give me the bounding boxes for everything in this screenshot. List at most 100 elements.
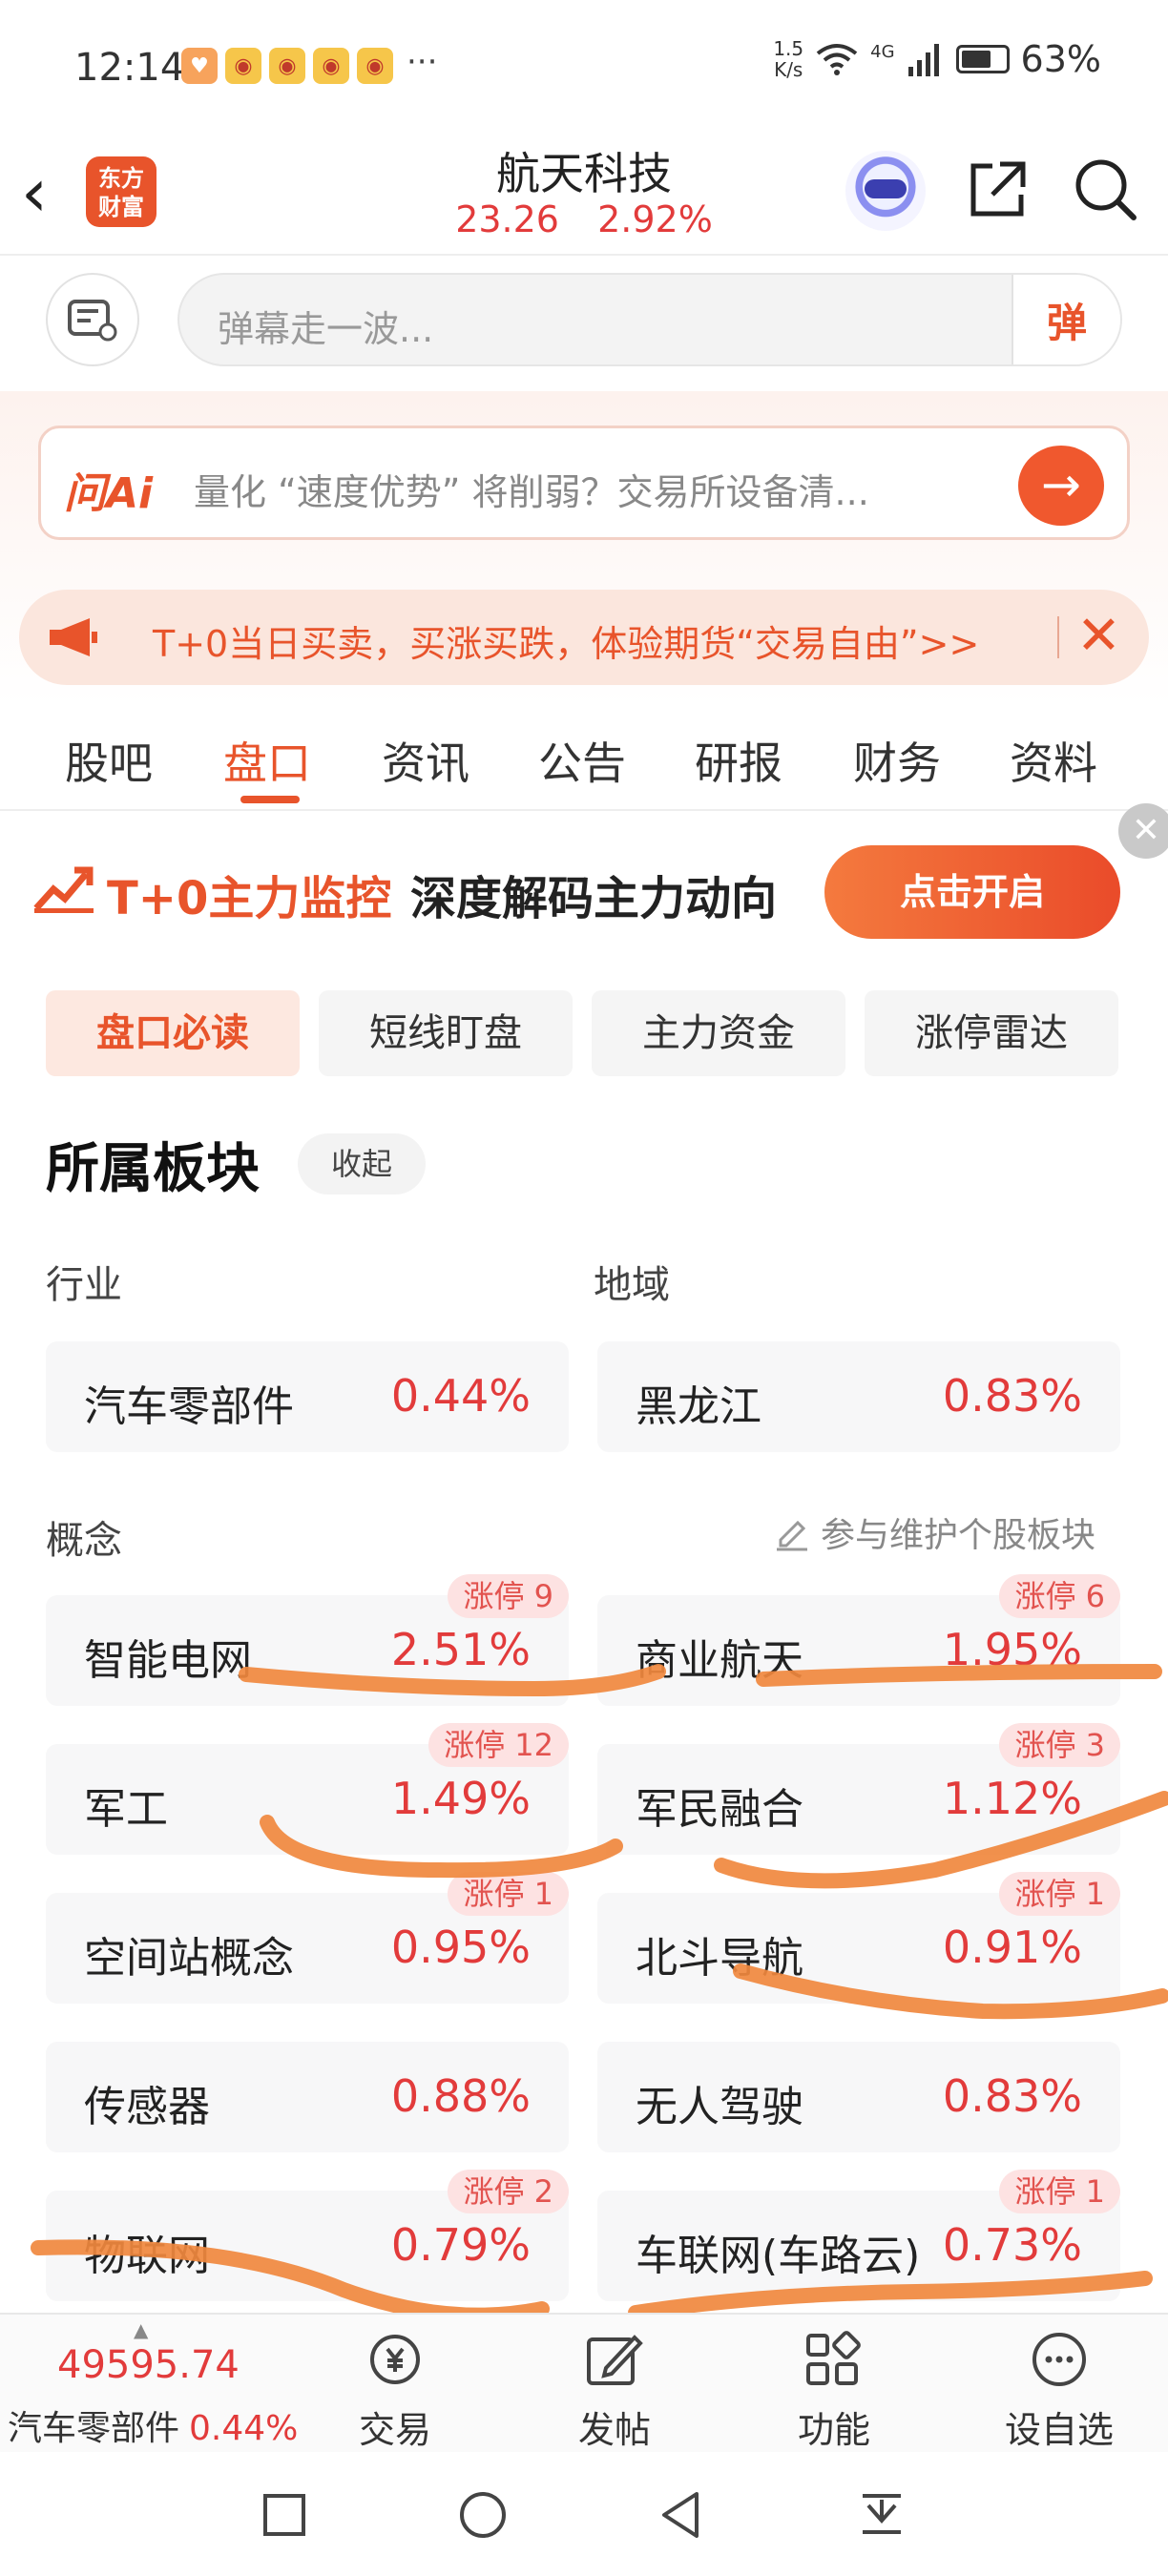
sector-pct: 0.79% xyxy=(390,2219,531,2271)
tab-pankou[interactable]: 盘口 xyxy=(223,729,311,792)
stock-header: ‹ 东方 财富 航天科技 23.26 2.92% xyxy=(0,134,1168,256)
danmaku-placeholder: 弹幕走一波... xyxy=(218,308,434,350)
close-icon[interactable]: ✕ xyxy=(1076,605,1121,667)
subtab-short-watch[interactable]: 短线盯盘 xyxy=(319,990,573,1076)
recent-apps-icon[interactable] xyxy=(256,2486,313,2544)
yuan-exchange-icon xyxy=(370,2335,420,2384)
status-bar: 12:14 ♥ ◉ ◉ ◉ ◉ ··· 1.5 K/s 4G 63% xyxy=(0,0,1168,134)
sector-pct: 0.88% xyxy=(390,2070,531,2122)
sector-name: 北斗导航 xyxy=(636,1934,803,1983)
industry-label: 行业 xyxy=(46,1263,122,1307)
index-value[interactable]: 49595.74 xyxy=(57,2343,240,2387)
industry-card[interactable]: 汽车零部件 0.44% xyxy=(46,1341,569,1452)
arrow-right-icon[interactable]: → xyxy=(1018,446,1104,526)
battery-level: 63% xyxy=(1020,38,1101,80)
collapse-button[interactable]: 收起 xyxy=(298,1133,426,1195)
megaphone-icon xyxy=(50,618,97,656)
sector-name: 传感器 xyxy=(84,2083,210,2131)
limit-up-badge: 涨停 1 xyxy=(999,1872,1120,1916)
active-tab-indicator xyxy=(240,796,300,803)
battery-icon xyxy=(955,45,1010,73)
tab-research[interactable]: 研报 xyxy=(695,729,782,792)
monitor-title: T+0主力监控 xyxy=(107,872,392,925)
limit-up-badge: 涨停 3 xyxy=(999,1723,1120,1767)
index-name[interactable]: 汽车零部件 0.44% xyxy=(8,2400,298,2450)
trade-button[interactable]: 交易 xyxy=(319,2326,471,2453)
monitor-subtitle: 深度解码主力动向 xyxy=(410,872,778,925)
danmaku-bar: 弹幕走一波... 弹 xyxy=(0,258,1168,382)
post-button[interactable]: 发帖 xyxy=(538,2326,691,2453)
network-type: 4G xyxy=(870,41,895,62)
subtab-main-capital[interactable]: 主力资金 xyxy=(592,990,845,1076)
concept-card[interactable]: 涨停 6 商业航天 1.95% xyxy=(597,1574,1120,1706)
concept-card[interactable]: 涨停 12 军工 1.49% xyxy=(46,1723,569,1855)
status-right: 1.5 K/s 4G 63% xyxy=(773,38,1101,80)
add-watchlist-button[interactable]: 设自选 xyxy=(983,2326,1136,2453)
status-time: 12:14 xyxy=(74,46,185,90)
limit-up-badge: 涨停 2 xyxy=(448,2170,569,2213)
monitor-open-button[interactable]: 点击开启 xyxy=(824,845,1120,939)
concept-card[interactable]: 涨停 2 物联网 0.79% xyxy=(46,2170,569,2301)
concept-card[interactable]: 传感器 0.88% xyxy=(46,2042,569,2152)
danmaku-settings-button[interactable] xyxy=(46,273,139,366)
back-nav-icon[interactable] xyxy=(653,2486,710,2544)
ai-promo-area: 问Ai 量化 “速度优势” 将削弱？交易所设备清... → T+0当日买卖，买涨… xyxy=(0,391,1168,706)
concept-card[interactable]: 涨停 1 空间站概念 0.95% xyxy=(46,1872,569,2004)
share-icon[interactable] xyxy=(966,156,1031,221)
sector-pct: 0.44% xyxy=(390,1370,531,1422)
search-icon[interactable] xyxy=(1071,155,1139,223)
concept-card[interactable]: 涨停 1 车联网(车路云) 0.73% xyxy=(597,2170,1120,2301)
tab-announcements[interactable]: 公告 xyxy=(538,729,626,792)
net-speed: 1.5 K/s xyxy=(773,37,804,81)
sector-pct: 1.95% xyxy=(942,1624,1082,1675)
danmaku-settings-icon xyxy=(68,300,117,342)
ai-question-box[interactable]: 问Ai 量化 “速度优势” 将削弱？交易所设备清... → xyxy=(38,426,1130,540)
trend-chart-icon xyxy=(33,866,94,913)
functions-button[interactable]: 功能 xyxy=(758,2326,910,2453)
sector-name: 军民融合 xyxy=(636,1785,803,1834)
sector-name: 空间站概念 xyxy=(84,1934,294,1983)
sector-name: 商业航天 xyxy=(636,1636,803,1685)
maintain-sectors-link[interactable]: 参与维护个股板块 xyxy=(773,1507,1095,1557)
weibo-icon: ◉ xyxy=(225,48,261,84)
sector-pct: 0.95% xyxy=(390,1922,531,1973)
tab-profile[interactable]: 资料 xyxy=(1010,729,1097,792)
sector-pct: 1.12% xyxy=(942,1773,1082,1824)
close-icon[interactable]: ✕ xyxy=(1118,803,1168,859)
caret-up-icon[interactable]: ▲ xyxy=(134,2318,148,2341)
ai-label: 问Ai xyxy=(64,469,154,518)
sector-name: 无人驾驶 xyxy=(636,2083,803,2131)
tab-guba[interactable]: 股吧 xyxy=(65,729,153,792)
weibo-icon: ◉ xyxy=(269,48,305,84)
home-icon[interactable] xyxy=(454,2486,511,2544)
notification-icons: ♥ ◉ ◉ ◉ ◉ ··· xyxy=(181,43,438,84)
concept-card[interactable]: 涨停 3 军民融合 1.12% xyxy=(597,1723,1120,1855)
wifi-icon xyxy=(816,44,858,75)
edit-icon xyxy=(777,1520,807,1551)
sector-name: 军工 xyxy=(84,1785,168,1834)
monitor-banner: T+0主力监控 深度解码主力动向 点击开启 xyxy=(0,821,1168,954)
sector-pct: 1.49% xyxy=(390,1773,531,1824)
ai-question-text: 量化 “速度优势” 将削弱？交易所设备清... xyxy=(194,471,869,513)
promo-divider xyxy=(1057,616,1059,658)
subtab-limit-up-radar[interactable]: 涨停雷达 xyxy=(865,990,1118,1076)
region-card[interactable]: 黑龙江 0.83% xyxy=(597,1341,1120,1452)
limit-up-badge: 涨停 1 xyxy=(448,1872,569,1916)
limit-up-badge: 涨停 6 xyxy=(999,1574,1120,1618)
concept-card[interactable]: 涨停 9 智能电网 2.51% xyxy=(46,1574,569,1706)
more-notifications-icon: ··· xyxy=(407,43,438,81)
stock-price: 23.26 xyxy=(455,198,559,240)
dropdown-nav-icon[interactable] xyxy=(853,2486,910,2544)
concept-card[interactable]: 无人驾驶 0.83% xyxy=(597,2042,1120,2152)
more-circle-icon xyxy=(1032,2333,1086,2386)
sector-pct: 0.83% xyxy=(942,1370,1082,1422)
subtab-must-read[interactable]: 盘口必读 xyxy=(46,990,300,1076)
danmaku-input[interactable]: 弹幕走一波... 弹 xyxy=(177,273,1122,366)
bottom-bar: ▲ 49595.74 汽车零部件 0.44% 交易 发帖 功能 设自选 xyxy=(0,2313,1168,2452)
tab-finance[interactable]: 财务 xyxy=(853,729,941,792)
concept-card[interactable]: 涨停 1 北斗导航 0.91% xyxy=(597,1872,1120,2004)
promo-banner[interactable]: T+0当日买卖，买涨买跌，体验期货“交易自由”>> ✕ xyxy=(19,590,1149,685)
tab-news[interactable]: 资讯 xyxy=(382,729,469,792)
danmaku-send-button[interactable]: 弹 xyxy=(1012,275,1120,364)
ai-robot-icon[interactable] xyxy=(845,151,926,231)
